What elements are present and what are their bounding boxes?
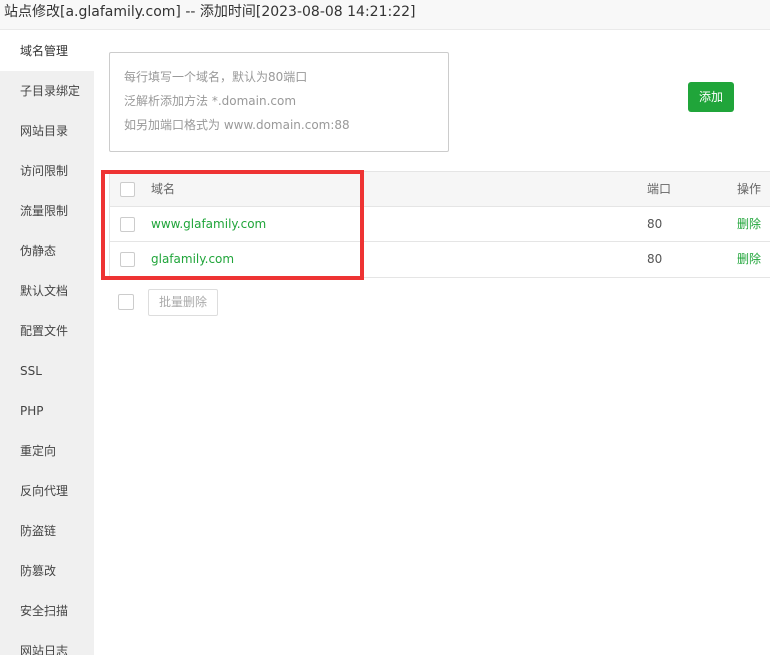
sidebar-item-tamper-protection[interactable]: 防篡改 <box>0 551 94 591</box>
batch-delete-button[interactable]: 批量删除 <box>148 289 218 316</box>
sidebar: 域名管理 子目录绑定 网站目录 访问限制 流量限制 伪静态 默认文档 配置文件 … <box>0 31 94 655</box>
table-row: glafamily.com 80 删除 <box>110 242 770 277</box>
domain-input-placeholder-line: 每行填写一个域名，默认为80端口 <box>124 70 308 84</box>
header-domain: 域名 <box>151 182 176 196</box>
add-domain-button[interactable]: 添加 <box>688 82 734 112</box>
sidebar-item-subdirectory-binding[interactable]: 子目录绑定 <box>0 71 94 111</box>
sidebar-item-ssl[interactable]: SSL <box>0 351 94 391</box>
sidebar-item-access-restriction[interactable]: 访问限制 <box>0 151 94 191</box>
sidebar-item-php[interactable]: PHP <box>0 391 94 431</box>
header-action: 操作 <box>737 182 762 196</box>
batch-select-checkbox[interactable] <box>118 294 134 310</box>
window-title: 站点修改[a.glafamily.com] -- 添加时间[2023-08-08… <box>0 0 770 30</box>
port-value: 80 <box>647 217 663 231</box>
delete-link[interactable]: 删除 <box>737 207 761 242</box>
domain-input[interactable]: 每行填写一个域名，默认为80端口 泛解析添加方法 *.domain.com 如另… <box>109 52 449 152</box>
select-all-checkbox[interactable] <box>120 182 135 197</box>
domain-link[interactable]: glafamily.com <box>151 242 234 277</box>
domain-link[interactable]: www.glafamily.com <box>151 207 266 242</box>
sidebar-item-default-document[interactable]: 默认文档 <box>0 271 94 311</box>
header-port: 端口 <box>647 182 672 196</box>
sidebar-item-site-directory[interactable]: 网站目录 <box>0 111 94 151</box>
delete-link[interactable]: 删除 <box>737 242 761 277</box>
row-checkbox[interactable] <box>120 217 135 232</box>
table-row: www.glafamily.com 80 删除 <box>110 207 770 242</box>
sidebar-item-domain-management[interactable]: 域名管理 <box>0 31 94 71</box>
domain-input-placeholder-line: 如另加端口格式为 www.domain.com:88 <box>124 118 350 132</box>
port-value: 80 <box>647 252 663 266</box>
sidebar-item-hotlink-protection[interactable]: 防盗链 <box>0 511 94 551</box>
sidebar-item-redirect[interactable]: 重定向 <box>0 431 94 471</box>
sidebar-item-config-file[interactable]: 配置文件 <box>0 311 94 351</box>
row-checkbox[interactable] <box>120 252 135 267</box>
domain-input-placeholder-line: 泛解析添加方法 *.domain.com <box>124 94 297 108</box>
sidebar-item-security-scan[interactable]: 安全扫描 <box>0 591 94 631</box>
sidebar-item-site-log[interactable]: 网站日志 <box>0 631 94 655</box>
domain-table: 域名 端口 操作 www.glafamily.com 80 删除 glafami… <box>109 171 770 278</box>
sidebar-item-reverse-proxy[interactable]: 反向代理 <box>0 471 94 511</box>
sidebar-item-rewrite[interactable]: 伪静态 <box>0 231 94 271</box>
table-header-row: 域名 端口 操作 <box>110 172 770 207</box>
sidebar-item-traffic-limit[interactable]: 流量限制 <box>0 191 94 231</box>
